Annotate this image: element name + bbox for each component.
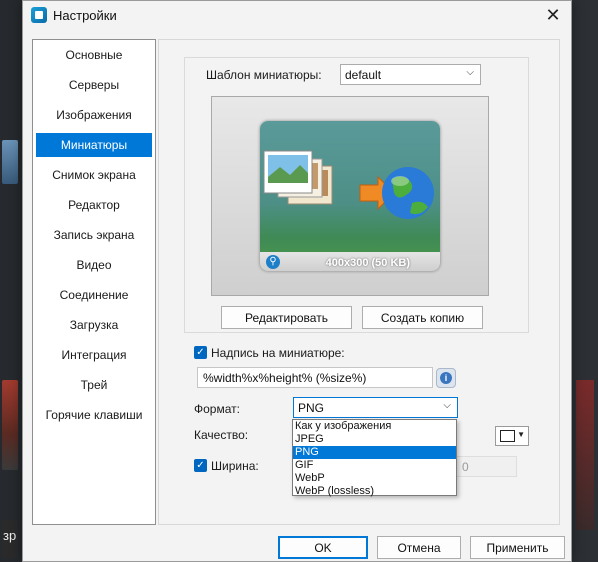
sidebar-item-video[interactable]: Видео [36,253,152,277]
width-checkbox[interactable]: ✓ [194,459,207,472]
checkmark-icon: ✓ [196,460,205,471]
desktop-thumbnail [576,380,594,530]
title-bar: Настройки ✕ [23,1,571,29]
background-text: зр [3,528,17,543]
ok-button[interactable]: OK [278,536,368,559]
template-value: default [345,68,382,82]
cancel-button[interactable]: Отмена [377,536,461,559]
format-select[interactable]: PNG ⌵ [293,397,458,418]
apply-button[interactable]: Применить [470,536,565,559]
desktop-background-right [572,0,598,562]
close-button[interactable]: ✕ [535,1,571,29]
info-button[interactable]: i [436,368,456,388]
thumbnail-preview: ⚲ 400x300 (50 KB) [211,96,489,296]
dropdown-arrow-icon: ▼ [517,430,525,439]
sidebar-item-upload[interactable]: Загрузка [36,313,152,337]
settings-sidebar: Основные Серверы Изображения Миниатюры С… [32,39,156,525]
format-option[interactable]: WebP (lossless) [293,485,456,498]
sidebar-item-hotkeys[interactable]: Горячие клавиши [36,403,152,427]
sidebar-item-images[interactable]: Изображения [36,103,152,127]
settings-dialog: Настройки ✕ Основные Серверы Изображения… [22,0,572,562]
sidebar-item-connection[interactable]: Соединение [36,283,152,307]
magnifier-icon: ⚲ [266,255,280,269]
sidebar-item-servers[interactable]: Серверы [36,73,152,97]
desktop-thumbnail [2,140,18,184]
sidebar-item-integration[interactable]: Интеграция [36,343,152,367]
format-dropdown-list: Как у изображения JPEG PNG GIF WebP WebP… [292,419,457,498]
caption-input[interactable]: %width%x%height% (%size%) [197,367,433,388]
color-swatch [500,430,515,442]
app-icon [31,7,47,23]
format-option[interactable]: GIF [293,459,456,472]
sidebar-item-thumbnails[interactable]: Миниатюры [36,133,152,157]
template-label: Шаблон миниатюры: [206,68,322,82]
format-value: PNG [298,401,325,415]
close-icon: ✕ [545,4,561,25]
thumbnail-caption: 400x300 (50 KB) [325,257,410,269]
thumbnail-info-bar: ⚲ 400x300 (50 KB) [260,252,440,271]
sidebar-item-screen-recording[interactable]: Запись экрана [36,223,152,247]
edit-button[interactable]: Редактировать [221,306,352,329]
sidebar-item-screenshot[interactable]: Снимок экрана [36,163,152,187]
quality-label: Качество: [194,428,249,442]
checkmark-icon: ✓ [196,347,205,358]
sidebar-item-general[interactable]: Основные [36,43,152,67]
format-label: Формат: [194,402,240,416]
format-option[interactable]: PNG [293,446,456,459]
format-option[interactable]: JPEG [293,433,456,446]
window-title: Настройки [53,8,117,23]
caption-checkbox[interactable]: ✓ [194,346,207,359]
color-picker-button[interactable]: ▼ [495,426,529,446]
chevron-down-icon: ⌵ [466,67,474,78]
desktop-thumbnail [2,380,18,470]
template-select[interactable]: default ⌵ [340,64,481,85]
create-copy-button[interactable]: Создать копию [362,306,483,329]
format-option[interactable]: Как у изображения [293,420,456,433]
caption-label: Надпись на миниатюре: [211,346,345,360]
chevron-down-icon: ⌵ [443,400,451,411]
image-transfer-icon [263,150,434,219]
format-option[interactable]: WebP [293,472,456,485]
desktop-background-left: зр [0,0,22,562]
height-input[interactable]: 0 [455,456,517,477]
thumbnail-image: ⚲ 400x300 (50 KB) [260,121,440,271]
sidebar-item-editor[interactable]: Редактор [36,193,152,217]
sidebar-item-tray[interactable]: Трей [36,373,152,397]
width-label: Ширина: [211,459,259,473]
info-icon: i [440,372,452,384]
